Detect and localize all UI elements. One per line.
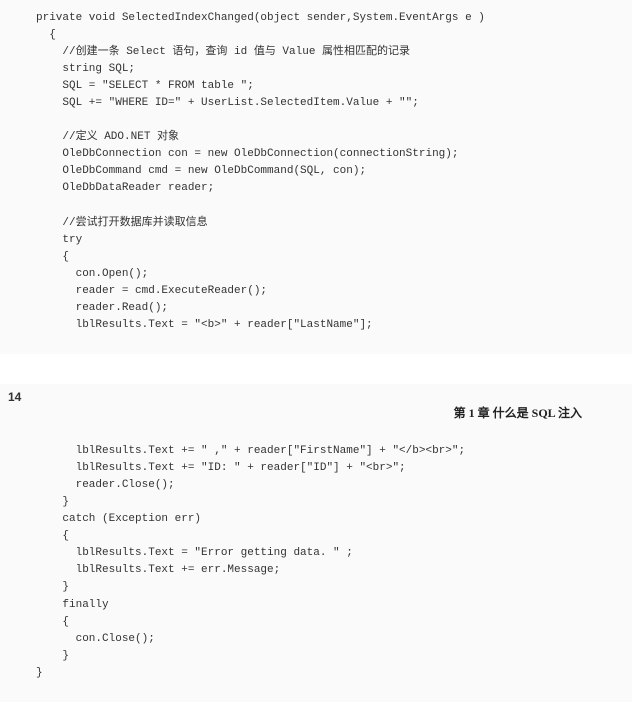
code-line: lblResults.Text += "ID: " + reader["ID"]… [36, 462, 406, 474]
code-line: } [36, 667, 43, 679]
code-line: private void SelectedIndexChanged(object… [36, 12, 485, 24]
page-top-section: private void SelectedIndexChanged(object… [0, 0, 632, 354]
code-block-bottom: lblResults.Text += " ," + reader["FirstN… [0, 443, 632, 682]
code-line: con.Close(); [36, 633, 155, 645]
code-line: con.Open(); [36, 268, 148, 280]
code-line: } [36, 650, 69, 662]
code-comment: //创建一条 Select 语句，查询 id 值与 Value 属性相匹配的记录 [36, 46, 410, 58]
code-line: reader.Close(); [36, 479, 175, 491]
code-line: OleDbDataReader reader; [36, 182, 214, 194]
code-line: reader.Read(); [36, 302, 168, 314]
code-line: SQL += "WHERE ID=" + UserList.SelectedIt… [36, 97, 419, 109]
code-line: } [36, 581, 69, 593]
code-line: { [36, 251, 69, 263]
code-line: SQL = "SELECT * FROM table "; [36, 80, 254, 92]
code-line: lblResults.Text += " ," + reader["FirstN… [36, 445, 465, 457]
code-line: { [36, 29, 56, 41]
chapter-header: 第 1 章 什么是 SQL 注入 [0, 404, 632, 443]
code-line: lblResults.Text = "Error getting data. "… [36, 547, 353, 559]
code-line: lblResults.Text += err.Message; [36, 564, 280, 576]
code-line: reader = cmd.ExecuteReader(); [36, 285, 267, 297]
code-comment: //尝试打开数据库并读取信息 [36, 217, 208, 229]
page-break [0, 354, 632, 384]
code-comment: //定义 ADO.NET 对象 [36, 131, 179, 143]
code-line: catch (Exception err) [36, 513, 201, 525]
code-block-top: private void SelectedIndexChanged(object… [0, 10, 632, 334]
code-line: finally [36, 599, 109, 611]
page-number: 14 [8, 388, 21, 407]
code-line: lblResults.Text = "<b>" + reader["LastNa… [36, 319, 373, 331]
code-line: } [36, 496, 69, 508]
code-line: OleDbConnection con = new OleDbConnectio… [36, 148, 458, 160]
code-line: { [36, 530, 69, 542]
page-bottom-section: 第 1 章 什么是 SQL 注入 lblResults.Text += " ,"… [0, 384, 632, 702]
code-line: { [36, 616, 69, 628]
code-line: string SQL; [36, 63, 135, 75]
code-line: try [36, 234, 82, 246]
code-line: OleDbCommand cmd = new OleDbCommand(SQL,… [36, 165, 366, 177]
